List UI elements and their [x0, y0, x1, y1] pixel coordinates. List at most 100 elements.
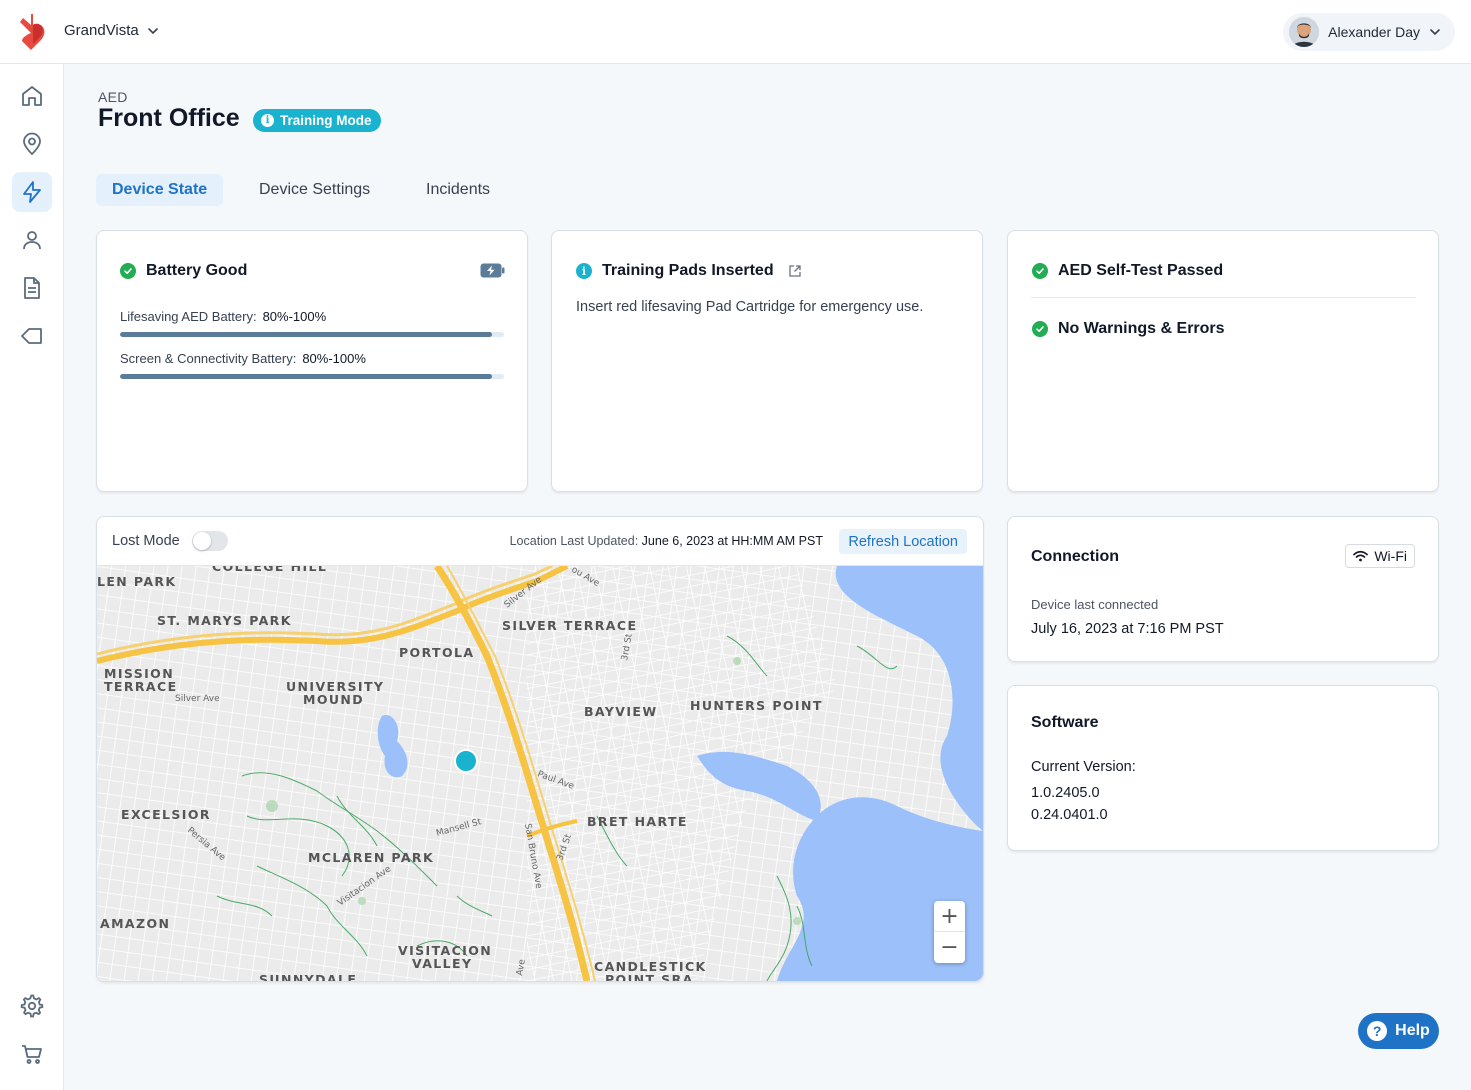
- location-pin-icon: [23, 132, 41, 156]
- user-name: Alexander Day: [1328, 24, 1420, 40]
- user-icon: [23, 231, 41, 250]
- avatar: [1289, 17, 1320, 47]
- map-label-sunnydale: SUNNYDALE: [259, 972, 357, 981]
- map-label-st-marys: ST. MARYS PARK: [157, 613, 292, 628]
- nav-users[interactable]: [12, 220, 52, 260]
- map-label-portola: PORTOLA: [399, 645, 474, 660]
- tag-icon: [21, 328, 42, 344]
- tab-device-settings[interactable]: Device Settings: [243, 174, 386, 206]
- screen-battery-label: Screen & Connectivity Battery: 80%-100%: [120, 351, 366, 366]
- nav-store[interactable]: [12, 1034, 52, 1074]
- selftest-status: AED Self-Test Passed: [1032, 262, 1223, 280]
- connection-type-badge: Wi-Fi: [1345, 544, 1415, 568]
- map-label-visitacion-2: VALLEY: [412, 956, 472, 971]
- map-label-excelsior: EXCELSIOR: [121, 807, 211, 822]
- aed-battery-value: 80%-100%: [262, 309, 327, 324]
- badge-label: Training Mode: [280, 113, 372, 128]
- map-label-glen-park: LEN PARK: [97, 574, 177, 589]
- check-circle-icon: [1032, 263, 1048, 279]
- chevron-down-icon: [147, 27, 158, 34]
- map-street-silver-ave: Silver Ave: [175, 694, 220, 704]
- version-2: 0.24.0401.0: [1031, 807, 1108, 823]
- connection-type: Wi-Fi: [1374, 548, 1407, 564]
- last-connected-value: July 16, 2023 at 7:16 PM PST: [1031, 621, 1224, 637]
- check-circle-icon: [120, 263, 136, 279]
- screen-battery-bar-fill: [120, 374, 493, 379]
- version-label: Current Version:: [1031, 759, 1136, 775]
- info-icon: i: [576, 263, 592, 279]
- toggle-knob: [193, 532, 211, 550]
- selftest-status-label: AED Self-Test Passed: [1058, 262, 1224, 279]
- location-updated: Location Last Updated: June 6, 2023 at H…: [510, 534, 823, 548]
- pads-card: i Training Pads Inserted Insert red life…: [551, 230, 983, 492]
- device-type-label: AED: [98, 89, 128, 105]
- question-icon: ?: [1367, 1021, 1388, 1041]
- map-label-amazon: AMAZON: [100, 916, 170, 931]
- nav-locations[interactable]: [12, 124, 52, 164]
- connection-title: Connection: [1031, 548, 1119, 565]
- screen-battery-label-text: Screen & Connectivity Battery:: [120, 351, 297, 366]
- map-label-mclaren-park: MCLAREN PARK: [308, 850, 434, 865]
- pads-description: Insert red lifesaving Pad Cartridge for …: [576, 299, 924, 315]
- check-circle-icon: [1032, 321, 1048, 337]
- user-menu[interactable]: Alexander Day: [1283, 13, 1455, 51]
- aed-battery-bar-fill: [120, 332, 493, 337]
- org-name: GrandVista: [64, 22, 139, 39]
- map-zoom-controls: + −: [934, 901, 965, 963]
- pads-status-label: Training Pads Inserted: [602, 262, 774, 279]
- lost-mode-label: Lost Mode: [112, 533, 180, 549]
- zoom-in-button[interactable]: +: [934, 901, 965, 932]
- warnings-status-label: No Warnings & Errors: [1058, 320, 1225, 337]
- wifi-icon: [1353, 550, 1369, 562]
- software-card: Software Current Version: 1.0.2405.0 0.2…: [1007, 685, 1439, 851]
- refresh-location-button[interactable]: Refresh Location: [839, 529, 967, 554]
- map-label-college-hill: COLLEGE HILL: [212, 566, 327, 574]
- map-label-university-mound-2: MOUND: [303, 692, 364, 707]
- lost-mode-toggle[interactable]: [192, 531, 228, 551]
- map[interactable]: LEN PARK COLLEGE HILL ST. MARYS PARK SIL…: [97, 566, 983, 981]
- nav-settings[interactable]: [12, 986, 52, 1026]
- divider: [1031, 297, 1416, 298]
- selftest-card: AED Self-Test Passed No Warnings & Error…: [1007, 230, 1439, 492]
- tab-incidents[interactable]: Incidents: [410, 174, 506, 206]
- location-updated-label: Location Last Updated:: [509, 534, 639, 548]
- nav-home[interactable]: [12, 76, 52, 116]
- document-icon: [24, 277, 40, 299]
- home-icon: [22, 86, 42, 106]
- battery-status: Battery Good: [120, 262, 247, 280]
- nav-tags[interactable]: [12, 316, 52, 356]
- battery-charging-icon: [480, 263, 505, 278]
- screen-battery-value: 80%-100%: [302, 351, 366, 366]
- map-label-candlestick-2: POINT SRA: [605, 972, 694, 981]
- aed-battery-bar: [120, 332, 504, 337]
- gear-icon: [20, 994, 44, 1018]
- org-switcher[interactable]: GrandVista: [64, 22, 159, 39]
- training-mode-badge: i Training Mode: [253, 109, 381, 132]
- connection-card: Connection Wi-Fi Device last connected J…: [1007, 516, 1439, 662]
- nav-documents[interactable]: [12, 268, 52, 308]
- last-connected-label: Device last connected: [1031, 597, 1159, 612]
- aed-battery-label: Lifesaving AED Battery: 80%-100%: [120, 309, 326, 324]
- location-updated-value: June 6, 2023 at HH:MM AM PST: [641, 534, 823, 548]
- aed-battery-label-text: Lifesaving AED Battery:: [120, 309, 257, 324]
- screen-battery-bar: [120, 374, 504, 379]
- brand-logo-icon[interactable]: [18, 13, 48, 51]
- zoom-out-button[interactable]: −: [934, 932, 965, 963]
- software-title: Software: [1031, 714, 1099, 731]
- location-card: Lost Mode Location Last Updated: June 6,…: [96, 516, 984, 982]
- battery-status-label: Battery Good: [146, 262, 248, 279]
- map-label-hunters-point: HUNTERS POINT: [690, 698, 823, 713]
- help-button[interactable]: ? Help: [1358, 1013, 1439, 1049]
- nav-devices[interactable]: [12, 172, 52, 212]
- page-title: Front Office: [98, 104, 240, 132]
- map-canvas: LEN PARK COLLEGE HILL ST. MARYS PARK SIL…: [97, 566, 983, 981]
- info-icon: i: [261, 114, 274, 127]
- tab-device-state[interactable]: Device State: [96, 174, 224, 206]
- map-label-silver-terrace: SILVER TERRACE: [502, 618, 637, 633]
- map-label-mission-terrace-2: TERRACE: [104, 679, 178, 694]
- external-link-icon[interactable]: [788, 264, 802, 278]
- map-label-bret-harte: BRET HARTE: [587, 814, 688, 829]
- lightning-icon: [23, 181, 41, 203]
- top-bar: GrandVista Alexander Day: [0, 0, 1471, 64]
- version-1: 1.0.2405.0: [1031, 785, 1100, 801]
